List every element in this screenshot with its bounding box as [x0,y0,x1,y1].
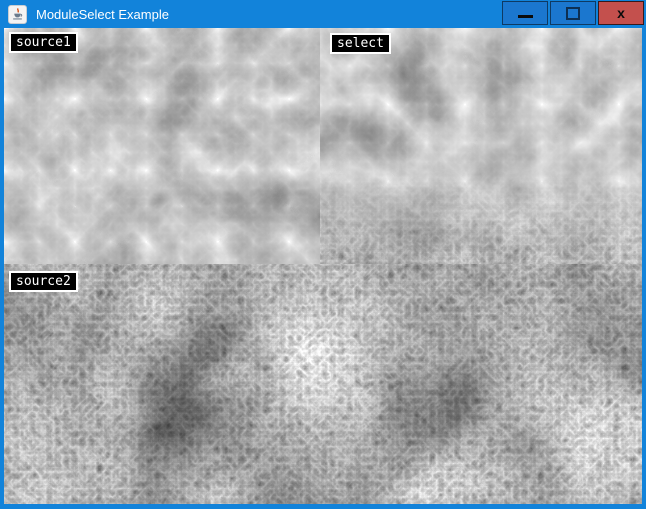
label-source2: source2 [9,271,78,292]
java-cup-glyph [10,7,25,22]
java-coffee-cup-icon[interactable] [8,5,27,24]
close-button[interactable]: x [598,1,644,25]
texture-source2 [4,264,642,504]
close-icon: x [617,6,625,20]
maximize-button[interactable] [550,1,596,25]
texture-source1 [4,28,320,264]
render-area: source1 select source2 [4,28,642,504]
label-select: select [330,33,391,54]
window-title: ModuleSelect Example [36,7,169,22]
label-source1: source1 [9,32,78,53]
minimize-icon [518,15,533,18]
titlebar[interactable]: ModuleSelect Example x [0,0,646,28]
app-window: ModuleSelect Example x [0,0,646,509]
window-controls: x [502,1,644,25]
minimize-button[interactable] [502,1,548,25]
maximize-icon [566,7,580,20]
